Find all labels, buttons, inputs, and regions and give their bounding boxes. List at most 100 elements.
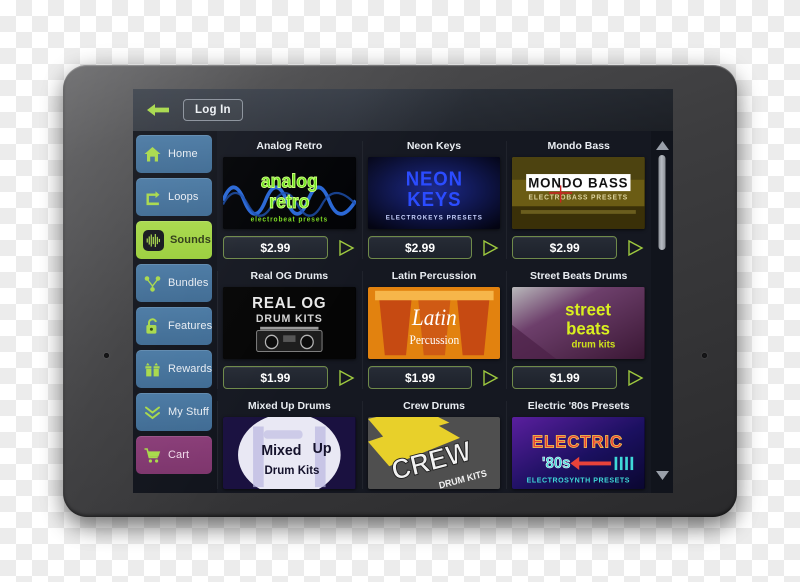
- play-triangle-icon[interactable]: [625, 238, 645, 258]
- product-cell: Mixed Up Drums Mixed Up Drum Kits: [217, 395, 362, 493]
- sidebar-item-sounds[interactable]: Sounds: [136, 221, 212, 259]
- product-title: Analog Retro: [256, 140, 323, 152]
- svg-text:ELECTROSYNTH PRESETS: ELECTROSYNTH PRESETS: [527, 475, 630, 484]
- product-cell: Mondo Bass MONDO BASS ELECTROBASS PRESET…: [506, 135, 651, 265]
- price-button[interactable]: $2.99: [367, 236, 473, 259]
- cart-icon: [143, 446, 162, 465]
- svg-text:'80s: '80s: [542, 455, 571, 473]
- product-title: Real OG Drums: [250, 270, 329, 282]
- sidebar-item-features[interactable]: Features: [136, 307, 212, 345]
- svg-text:street: street: [566, 299, 612, 320]
- tablet-device: Log In Home Loops Sounds Bundles Feature…: [63, 65, 737, 517]
- app-body: Home Loops Sounds Bundles Features Rewar…: [133, 131, 673, 493]
- svg-text:DRUM KITS: DRUM KITS: [256, 313, 323, 325]
- product-cell: Crew Drums CREW DRUM KITS: [361, 395, 507, 493]
- product-cell: Latin Percussion Latin Percussion $1.99: [361, 265, 507, 395]
- product-artwork-mixed-up-drums[interactable]: Mixed Up Drum Kits: [223, 417, 356, 489]
- price-button[interactable]: $1.99: [367, 366, 473, 389]
- sidebar-item-cart[interactable]: Cart: [136, 436, 212, 474]
- product-cell: Electric '80s Presets ELECTRIC '80s ELEC…: [506, 395, 651, 493]
- svg-text:beats: beats: [566, 318, 610, 339]
- svg-text:ELECTROBASS PRESETS: ELECTROBASS PRESETS: [529, 194, 629, 201]
- sidebar-item-loops[interactable]: Loops: [136, 178, 212, 216]
- app-topbar: Log In: [133, 89, 673, 131]
- product-cell: Analog Retro analog retro electrobeat pr…: [217, 135, 362, 265]
- triangle-down-icon[interactable]: [655, 467, 669, 485]
- svg-text:Percussion: Percussion: [409, 332, 459, 346]
- svg-text:retro: retro: [269, 191, 309, 213]
- svg-text:KEYS: KEYS: [407, 190, 461, 212]
- product-controls: $2.99: [512, 236, 645, 259]
- sidebar-item-home[interactable]: Home: [136, 135, 212, 173]
- price-button[interactable]: $1.99: [512, 366, 617, 389]
- sidebar-item-my-stuff[interactable]: My Stuff: [136, 393, 212, 431]
- scrollbar-thumb[interactable]: [658, 155, 666, 250]
- product-grid: Analog Retro analog retro electrobeat pr…: [217, 131, 651, 493]
- svg-text:Drum Kits: Drum Kits: [265, 462, 320, 476]
- price-button[interactable]: $2.99: [223, 236, 328, 259]
- product-controls: $1.99: [223, 366, 356, 389]
- product-artwork-analog-retro[interactable]: analog retro electrobeat presets: [223, 157, 356, 229]
- product-title: Mixed Up Drums: [247, 400, 331, 412]
- front-camera-right: [702, 353, 707, 358]
- sidebar-item-label: My Stuff: [168, 406, 209, 418]
- product-artwork-neon-keys[interactable]: NEON KEYS ELECTROKEYS PRESETS: [367, 157, 501, 229]
- product-cell: Street Beats Drums street beats drum kit…: [506, 265, 651, 395]
- product-controls: $2.99: [367, 236, 501, 259]
- unlock-icon: [143, 317, 162, 336]
- product-grid-scroll-area[interactable]: Analog Retro analog retro electrobeat pr…: [217, 131, 651, 493]
- svg-text:Mixed: Mixed: [261, 442, 301, 459]
- play-triangle-icon[interactable]: [480, 238, 500, 258]
- svg-text:ELECTRIC: ELECTRIC: [532, 431, 623, 452]
- scrollbar-track[interactable]: [658, 155, 666, 467]
- sidebar-item-rewards[interactable]: Rewards: [136, 350, 212, 388]
- sidebar: Home Loops Sounds Bundles Features Rewar…: [133, 131, 217, 493]
- product-cell: Real OG Drums REAL OG DRUM KITS $1.99: [217, 265, 362, 395]
- product-title: Mondo Bass: [547, 140, 610, 152]
- product-controls: $2.99: [223, 236, 356, 259]
- gift-icon: [143, 360, 162, 379]
- login-button[interactable]: Log In: [183, 99, 243, 121]
- play-triangle-icon[interactable]: [480, 368, 500, 388]
- vertical-scrollbar[interactable]: [651, 131, 673, 493]
- product-controls: $1.99: [512, 366, 645, 389]
- svg-text:NEON: NEON: [405, 169, 462, 191]
- play-triangle-icon[interactable]: [625, 368, 645, 388]
- product-title: Latin Percussion: [391, 270, 477, 282]
- chevrons-down-icon: [143, 403, 162, 422]
- svg-text:analog: analog: [261, 170, 318, 192]
- play-triangle-icon[interactable]: [336, 238, 356, 258]
- product-artwork-electric-80s[interactable]: ELECTRIC '80s ELECTROSYNTH PRESETS: [512, 417, 645, 489]
- svg-text:MONDO BASS: MONDO BASS: [529, 175, 629, 191]
- product-title: Crew Drums: [403, 400, 465, 412]
- tablet-screen: Log In Home Loops Sounds Bundles Feature…: [133, 89, 673, 493]
- back-arrow-icon[interactable]: [145, 101, 171, 119]
- sidebar-item-label: Bundles: [168, 277, 209, 289]
- svg-text:drum kits: drum kits: [572, 339, 616, 350]
- product-controls: $1.99: [367, 366, 501, 389]
- svg-text:REAL OG: REAL OG: [252, 294, 326, 312]
- svg-text:ELECTROKEYS PRESETS: ELECTROKEYS PRESETS: [385, 214, 482, 221]
- product-artwork-street-beats[interactable]: street beats drum kits: [512, 287, 645, 359]
- product-artwork-mondo-bass[interactable]: MONDO BASS ELECTROBASS PRESETS: [512, 157, 645, 229]
- sidebar-item-bundles[interactable]: Bundles: [136, 264, 212, 302]
- play-triangle-icon[interactable]: [336, 368, 356, 388]
- product-title: Neon Keys: [406, 140, 462, 152]
- sidebar-item-label: Cart: [168, 449, 190, 461]
- price-button[interactable]: $1.99: [223, 366, 328, 389]
- home-icon: [143, 145, 162, 164]
- sidebar-item-label: Sounds: [170, 234, 211, 246]
- front-camera-left: [104, 353, 109, 358]
- svg-text:Latin: Latin: [411, 304, 457, 330]
- triangle-up-icon[interactable]: [655, 137, 669, 155]
- svg-text:Up: Up: [313, 441, 332, 458]
- product-artwork-real-og-drums[interactable]: REAL OG DRUM KITS: [223, 287, 356, 359]
- price-button[interactable]: $2.99: [512, 236, 617, 259]
- svg-text:electrobeat presets: electrobeat presets: [251, 216, 329, 223]
- sidebar-item-label: Features: [168, 320, 213, 332]
- waveform-icon: [143, 229, 164, 251]
- sidebar-item-label: Rewards: [168, 363, 213, 375]
- product-artwork-latin-percussion[interactable]: Latin Percussion: [367, 287, 501, 359]
- bundles-icon: [143, 274, 162, 293]
- product-artwork-crew-drums[interactable]: CREW DRUM KITS: [367, 417, 501, 489]
